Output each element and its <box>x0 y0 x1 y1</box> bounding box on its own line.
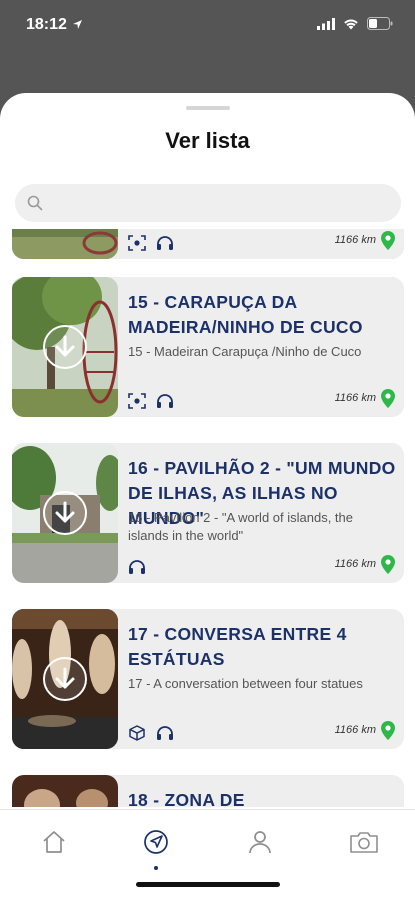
ar-icon <box>128 235 146 251</box>
status-bar: 18:12 <box>0 0 415 50</box>
distance-label: 1166 km <box>334 558 376 570</box>
card-feature-icons <box>128 559 146 575</box>
list-item[interactable]: 18 - ZONA DE <box>12 775 404 807</box>
cellular-signal-icon <box>317 17 335 30</box>
list-sheet: Ver lista 1166 km 15 - CARAPUÇA DA MADEI… <box>0 93 415 900</box>
home-indicator <box>136 882 280 887</box>
download-button[interactable] <box>43 657 87 701</box>
location-pin-icon <box>381 231 395 250</box>
status-time: 18:12 <box>26 16 67 33</box>
search-input[interactable] <box>55 184 385 222</box>
active-tab-indicator <box>154 866 158 870</box>
thumbnail-image <box>12 443 118 583</box>
ar-icon <box>128 393 146 409</box>
home-icon[interactable] <box>40 828 68 856</box>
list-item[interactable]: 1166 km <box>12 229 404 259</box>
card-feature-icons <box>128 393 174 409</box>
thumbnail-image <box>12 229 118 259</box>
download-arrow-icon <box>55 667 75 689</box>
download-button[interactable] <box>43 325 87 369</box>
page-title: Ver lista <box>165 128 250 153</box>
card-feature-icons <box>128 725 174 741</box>
headphones-icon <box>157 394 173 408</box>
card-feature-icons <box>128 235 174 251</box>
navigation-icon[interactable] <box>142 828 170 856</box>
list-item[interactable]: 15 - CARAPUÇA DA MADEIRA/NINHO DE CUCO 1… <box>12 277 404 417</box>
download-arrow-icon <box>55 335 75 357</box>
download-arrow-icon <box>55 501 75 523</box>
thumbnail-image <box>12 609 118 749</box>
location-pin-icon <box>381 555 395 574</box>
battery-icon <box>367 17 393 30</box>
points-list[interactable]: 1166 km 15 - CARAPUÇA DA MADEIRA/NINHO D… <box>12 229 404 807</box>
distance-label: 1166 km <box>334 234 376 246</box>
headphones-icon <box>129 560 145 574</box>
item-subtitle: 15 - Madeiran Carapuça /Ninho de Cuco <box>128 344 362 359</box>
item-title: 17 - CONVERSA ENTRE 4 ESTÁTUAS <box>128 624 347 669</box>
headphones-icon <box>157 726 173 740</box>
list-item[interactable]: 16 - PAVILHÃO 2 - "UM MUNDO DE ILHAS, AS… <box>12 443 404 583</box>
location-pin-icon <box>381 721 395 740</box>
item-title: 18 - ZONA DE <box>128 790 245 807</box>
camera-icon[interactable] <box>349 828 379 856</box>
thumbnail-image <box>12 277 118 417</box>
user-icon[interactable] <box>246 828 274 856</box>
headphones-icon <box>157 236 173 250</box>
search-icon <box>27 195 43 211</box>
item-subtitle: 16 - Pavilion 2 - "A world of islands, t… <box>128 510 354 543</box>
download-button[interactable] <box>43 491 87 535</box>
item-title: 15 - CARAPUÇA DA MADEIRA/NINHO DE CUCO <box>128 292 363 337</box>
location-arrow-icon <box>73 20 82 29</box>
distance-label: 1166 km <box>334 392 376 404</box>
thumbnail-image <box>12 775 118 807</box>
item-subtitle: 17 - A conversation between four statues <box>128 676 363 691</box>
location-pin-icon <box>381 389 395 408</box>
sheet-grabber[interactable] <box>186 106 230 110</box>
distance-label: 1166 km <box>334 724 376 736</box>
list-item[interactable]: 17 - CONVERSA ENTRE 4 ESTÁTUAS 17 - A co… <box>12 609 404 749</box>
search-bar[interactable] <box>15 184 401 222</box>
wifi-icon <box>344 19 358 29</box>
cube-icon <box>129 725 145 741</box>
status-icons <box>317 17 393 30</box>
